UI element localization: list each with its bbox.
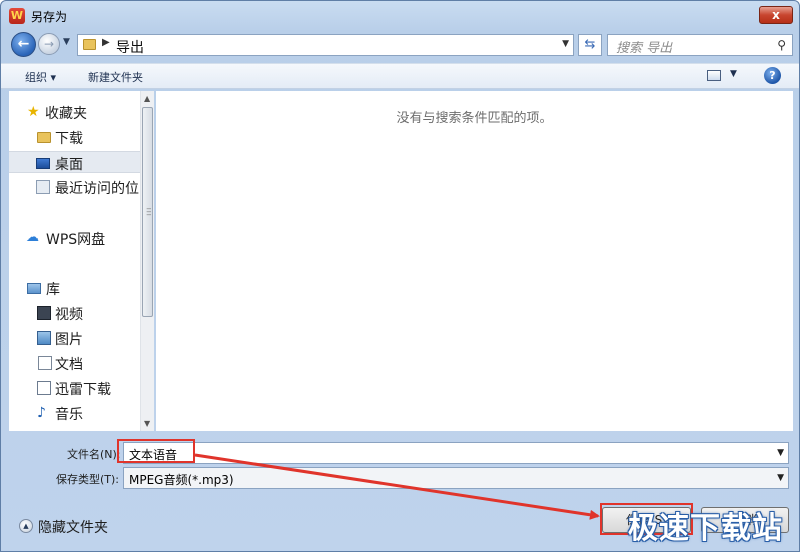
folder-icon xyxy=(37,132,51,143)
sidebar-item-label: 文档 xyxy=(55,357,83,373)
sidebar-item-label: 视频 xyxy=(55,307,83,323)
sidebar-item-label: 下载 xyxy=(55,131,83,147)
document-icon xyxy=(38,356,52,370)
sidebar-item-label: WPS网盘 xyxy=(46,232,106,248)
scroll-down-arrow-icon[interactable]: ▼ xyxy=(144,419,150,428)
help-icon[interactable]: ? xyxy=(764,67,781,84)
forward-arrow-icon[interactable]: → xyxy=(38,33,60,55)
sidebar-item-favorites[interactable]: ★ 收藏夹 xyxy=(9,101,140,123)
empty-results-message: 没有与搜索条件匹配的项。 xyxy=(396,111,553,126)
file-list-pane[interactable]: 没有与搜索条件匹配的项。 xyxy=(156,91,793,431)
video-icon xyxy=(37,306,51,320)
address-bar[interactable]: ▶ 导出 ▼ xyxy=(77,34,574,56)
view-options-chevron-icon[interactable]: ▼ xyxy=(730,69,737,79)
refresh-icon[interactable]: ⇆ xyxy=(578,34,602,56)
filetype-label: 保存类型(T): xyxy=(56,473,120,486)
scrollbar-thumb[interactable]: − − − xyxy=(142,107,153,317)
sidebar-item-videos[interactable]: 视频 xyxy=(9,302,140,324)
filetype-dropdown-icon[interactable]: ▼ xyxy=(777,473,784,483)
filename-label: 文件名(N): xyxy=(67,448,121,461)
recent-locations-chevron-icon[interactable]: ▼ xyxy=(63,37,70,47)
sidebar-item-thunder-downloads[interactable]: 迅雷下载 xyxy=(9,377,140,399)
sidebar-item-label: 库 xyxy=(46,282,60,298)
filename-dropdown-icon[interactable]: ▼ xyxy=(777,448,784,458)
breadcrumb-chevron-icon[interactable]: ▶ xyxy=(102,37,110,48)
collapse-up-icon: ▲ xyxy=(19,519,33,533)
breadcrumb-current[interactable]: 导出 xyxy=(116,37,144,57)
save-as-dialog: W 另存为 x ← → ▼ ▶ 导出 ▼ ⇆ 搜索 导出 ⚲ 组织 ▾ 新建文件… xyxy=(0,0,800,552)
sidebar-item-label: 音乐 xyxy=(55,407,83,423)
sidebar-item-downloads[interactable]: 下载 xyxy=(9,126,140,148)
recent-places-icon xyxy=(36,180,50,194)
search-input[interactable]: 搜索 导出 ⚲ xyxy=(607,34,793,56)
navigation-scrollbar[interactable]: ▲ − − − ▼ xyxy=(140,91,154,431)
thunder-download-icon xyxy=(37,381,51,395)
picture-icon xyxy=(37,331,51,345)
address-dropdown-icon[interactable]: ▼ xyxy=(562,39,569,49)
sidebar-item-desktop[interactable]: 桌面 xyxy=(9,151,140,173)
site-watermark: 极速下载站 xyxy=(628,511,783,546)
sidebar-item-documents[interactable]: 文档 xyxy=(9,352,140,374)
filename-input[interactable]: 文本语音 ▼ xyxy=(123,442,789,464)
window-title: 另存为 xyxy=(31,10,68,24)
filename-highlight-box xyxy=(117,439,195,463)
sidebar-item-music[interactable]: ♪ 音乐 xyxy=(9,402,140,424)
sidebar-item-label: 迅雷下载 xyxy=(55,382,111,398)
new-folder-button[interactable]: 新建文件夹 xyxy=(88,69,143,85)
library-icon xyxy=(27,283,41,294)
wps-app-icon: W xyxy=(9,8,25,24)
sidebar-item-label: 收藏夹 xyxy=(45,106,87,122)
command-toolbar: 组织 ▾ 新建文件夹 ▼ ? xyxy=(1,63,799,89)
view-options-icon[interactable] xyxy=(707,70,721,81)
folder-icon xyxy=(83,39,96,50)
sidebar-item-label: 桌面 xyxy=(55,157,83,173)
cloud-icon: ☁ xyxy=(26,230,39,245)
sidebar-item-recent-places[interactable]: 最近访问的位 xyxy=(9,176,140,198)
navigation-pane: ★ 收藏夹 下载 桌面 最近访问的位 ☁ WPS网盘 库 视频 图片 文档 迅雷… xyxy=(9,91,140,431)
sidebar-item-label: 最近访问的位 xyxy=(55,181,139,197)
grip-icon: − − − xyxy=(146,205,152,219)
search-icon[interactable]: ⚲ xyxy=(777,38,786,52)
star-icon: ★ xyxy=(27,104,40,120)
back-arrow-icon[interactable]: ← xyxy=(11,32,36,57)
sidebar-item-pictures[interactable]: 图片 xyxy=(9,327,140,349)
title-bar: W 另存为 x xyxy=(1,1,799,29)
sidebar-item-label: 图片 xyxy=(55,332,83,348)
filetype-value: MPEG音频(*.mp3) xyxy=(129,473,234,487)
sidebar-item-libraries[interactable]: 库 xyxy=(9,277,140,299)
close-button[interactable]: x xyxy=(759,6,793,24)
filetype-select[interactable]: MPEG音频(*.mp3) ▼ xyxy=(123,467,789,489)
desktop-icon xyxy=(36,158,50,169)
search-placeholder: 搜索 导出 xyxy=(616,41,673,56)
address-row: ← → ▼ ▶ 导出 ▼ ⇆ 搜索 导出 ⚲ xyxy=(1,29,799,61)
sidebar-item-wps-cloud[interactable]: ☁ WPS网盘 xyxy=(9,227,140,249)
hide-folders-label: 隐藏文件夹 xyxy=(38,520,108,536)
music-icon: ♪ xyxy=(37,405,46,421)
scroll-up-arrow-icon[interactable]: ▲ xyxy=(144,94,150,103)
organize-menu[interactable]: 组织 ▾ xyxy=(25,69,56,85)
